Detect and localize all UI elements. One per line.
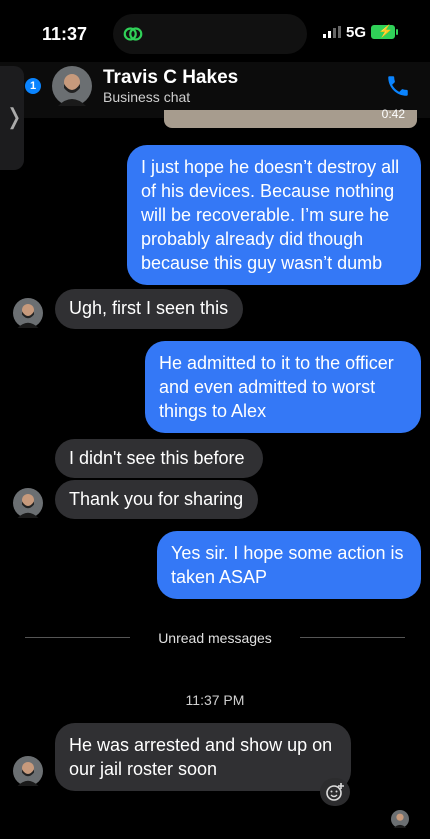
- signal-icon: [323, 26, 341, 38]
- contact-name[interactable]: Travis C Hakes: [103, 67, 238, 89]
- message-bubble-incoming[interactable]: Thank you for sharing: [55, 480, 258, 519]
- unread-messages-divider: Unread messages: [158, 630, 272, 646]
- message-bubble-outgoing[interactable]: He admitted to it to the officer and eve…: [145, 341, 421, 433]
- message-bubble-incoming[interactable]: Ugh, first I seen this: [55, 289, 243, 329]
- dynamic-island: [113, 14, 307, 54]
- message-bubble-outgoing[interactable]: I just hope he doesn’t destroy all of hi…: [127, 145, 421, 285]
- unread-badge: 1: [25, 78, 41, 94]
- message-bubble-incoming[interactable]: He was arrested and show up on our jail …: [55, 723, 351, 791]
- previous-media-preview[interactable]: 0:42: [164, 107, 417, 128]
- status-bar: 11:37 5G ⚡: [0, 0, 430, 64]
- phone-icon[interactable]: [385, 73, 411, 99]
- avatar[interactable]: [52, 66, 92, 106]
- battery-charging-icon: ⚡: [371, 24, 398, 39]
- avatar: [13, 298, 43, 328]
- media-duration: 0:42: [381, 107, 405, 121]
- message-timestamp: 11:37 PM: [185, 692, 245, 708]
- message-bubble-incoming[interactable]: I didn't see this before: [55, 439, 263, 478]
- avatar: [13, 488, 43, 518]
- add-reaction-button[interactable]: [320, 778, 350, 806]
- network-label: 5G: [346, 24, 367, 41]
- chat-type-label: Business chat: [103, 89, 191, 105]
- back-chevron-icon: ❭: [5, 104, 24, 129]
- seen-avatar: [391, 810, 409, 828]
- link-icon: [123, 27, 143, 41]
- back-button[interactable]: ❭: [0, 66, 24, 170]
- avatar: [13, 756, 43, 786]
- add-reaction-icon: [326, 783, 344, 801]
- message-bubble-outgoing[interactable]: Yes sir. I hope some action is taken ASA…: [157, 531, 421, 599]
- divider-line: [300, 637, 405, 638]
- status-time: 11:37: [42, 24, 88, 44]
